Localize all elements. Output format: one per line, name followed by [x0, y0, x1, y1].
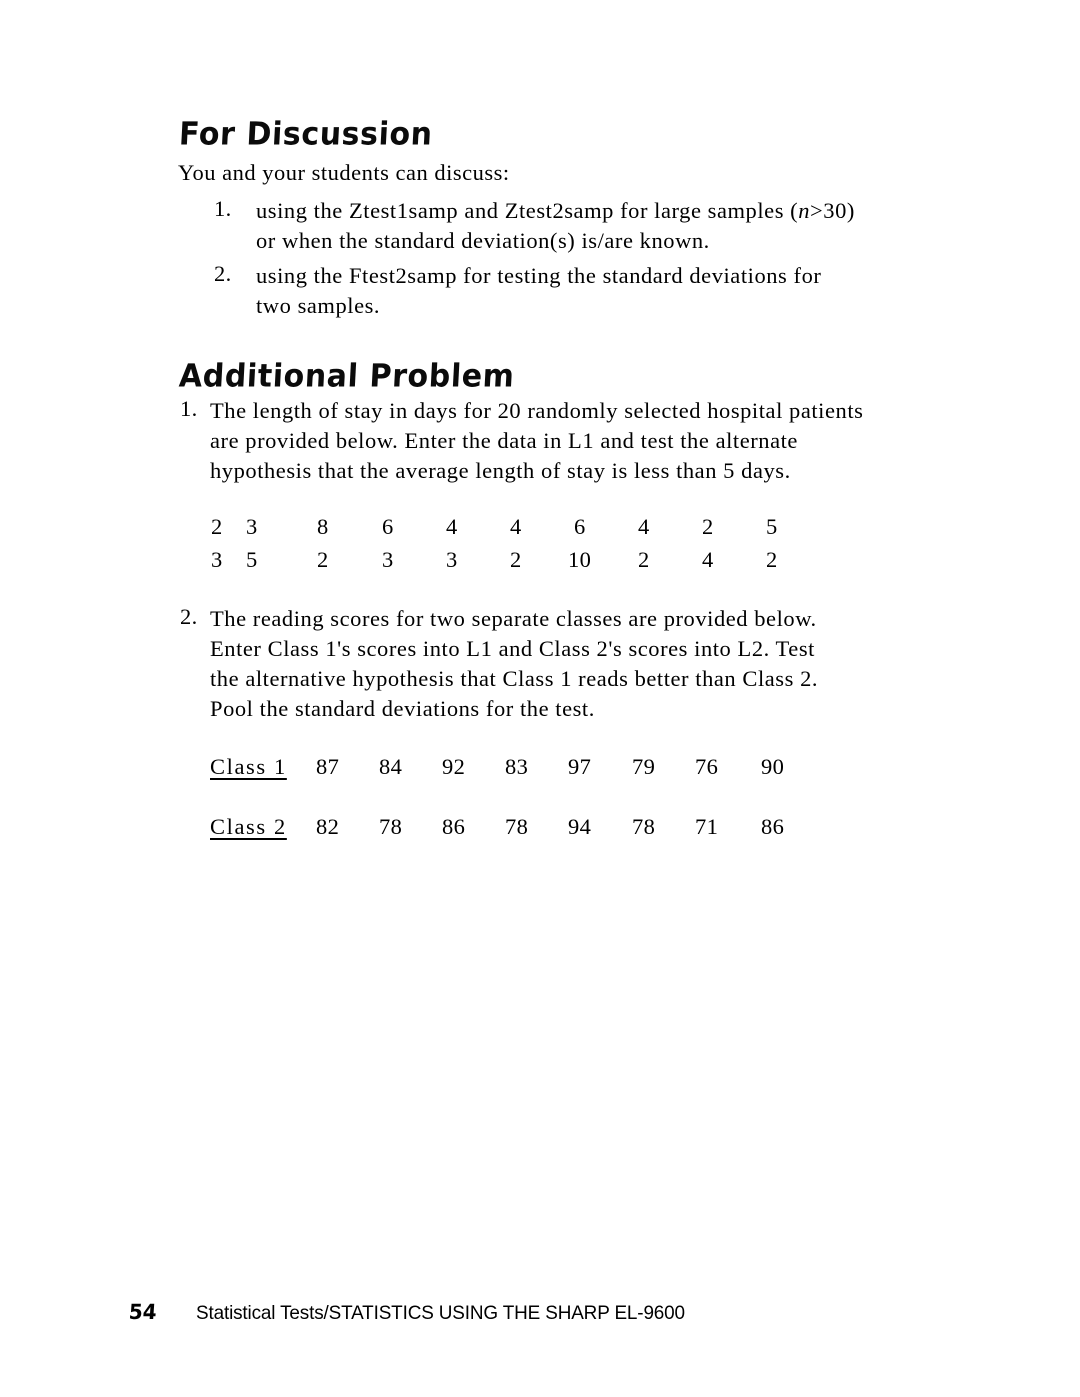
heading-additional-problem: Additional Problem: [178, 357, 516, 395]
class-1-score-cell: 92: [442, 754, 466, 779]
class-2-score-cell: 78: [632, 814, 656, 839]
problem-1-line-3: hypothesis that the average length of st…: [210, 458, 791, 483]
stay-data-cell: 4: [510, 514, 522, 539]
stay-data-cell: 4: [638, 514, 650, 539]
class-2-score-cell: 78: [379, 814, 403, 839]
stay-data-cell: 3: [446, 547, 458, 572]
document-page: For Discussion You and your students can…: [0, 0, 1080, 1397]
stay-data-cell: 4: [702, 547, 714, 572]
class-1-score-cell: 76: [695, 754, 719, 779]
problem-1-line-1: The length of stay in days for 20 random…: [210, 398, 864, 423]
class-1-score-cell: 84: [379, 754, 403, 779]
footer-page-number: 54: [128, 1298, 158, 1324]
stay-data-cell: 6: [574, 514, 586, 539]
discussion-item-2-line-2: two samples.: [256, 293, 381, 318]
stay-data-cell: 2: [317, 547, 329, 572]
stay-data-cell: 2: [638, 547, 650, 572]
class-1-score-cell: 90: [761, 754, 785, 779]
problem-2-line-4: Pool the standard deviations for the tes…: [210, 696, 595, 721]
stay-data-cell: 2: [211, 514, 223, 539]
problem-1-marker: 1.: [180, 396, 198, 421]
discussion-item-1-variable-n: n: [798, 198, 811, 223]
discussion-item-2-line-1: using the Ftest2samp for testing the sta…: [256, 263, 822, 288]
class-1-score-cell: 83: [505, 754, 529, 779]
discussion-lead-in: You and your students can discuss:: [178, 160, 510, 185]
class-2-score-cell: 86: [761, 814, 785, 839]
class-1-score-cell: 87: [316, 754, 340, 779]
problem-2-line-2: Enter Class 1's scores into L1 and Class…: [210, 636, 815, 661]
footer-running-title: Statistical Tests/STATISTICS USING THE S…: [196, 1302, 685, 1324]
problem-2-line-1: The reading scores for two separate clas…: [210, 606, 817, 631]
stay-data-cell: 3: [382, 547, 394, 572]
stay-data-cell: 6: [382, 514, 394, 539]
stay-data-cell: 4: [446, 514, 458, 539]
discussion-item-1-text-b: >30): [810, 198, 855, 223]
stay-data-cell: 3: [211, 547, 223, 572]
problem-1-line-2: are provided below. Enter the data in L1…: [210, 428, 798, 453]
class-2-score-cell: 78: [505, 814, 529, 839]
class-2-score-cell: 86: [442, 814, 466, 839]
discussion-item-2-marker: 2.: [214, 261, 232, 286]
class-2-score-cell: 94: [568, 814, 592, 839]
stay-data-cell: 2: [510, 547, 522, 572]
problem-2-marker: 2.: [180, 604, 198, 629]
heading-for-discussion: For Discussion: [178, 115, 434, 153]
discussion-item-1-line-1: using the Ztest1samp and Ztest2samp for …: [256, 196, 855, 226]
problem-2-line-3: the alternative hypothesis that Class 1 …: [210, 666, 819, 691]
discussion-item-1-line-2: or when the standard deviation(s) is/are…: [256, 228, 710, 253]
discussion-item-1-text-a: using the Ztest1samp and Ztest2samp for …: [256, 198, 799, 223]
class-2-score-cell: 71: [695, 814, 719, 839]
stay-data-cell: 10: [568, 547, 592, 572]
class-1-label: Class 1: [210, 754, 287, 779]
stay-data-cell: 5: [246, 547, 258, 572]
class-1-score-cell: 97: [568, 754, 592, 779]
discussion-item-1-marker: 1.: [214, 196, 232, 221]
stay-data-cell: 3: [246, 514, 258, 539]
stay-data-cell: 5: [766, 514, 778, 539]
stay-data-cell: 8: [317, 514, 329, 539]
class-2-score-cell: 82: [316, 814, 340, 839]
stay-data-cell: 2: [766, 547, 778, 572]
stay-data-cell: 2: [702, 514, 714, 539]
class-2-label: Class 2: [210, 814, 287, 839]
class-1-score-cell: 79: [632, 754, 656, 779]
